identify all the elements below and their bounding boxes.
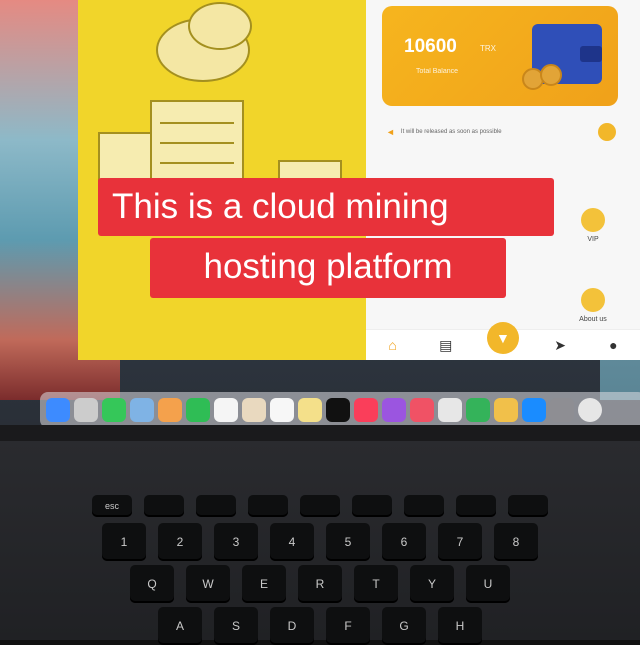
bottom-tab-bar: ⌂ ▤ ▼ ➤ ●: [366, 322, 640, 360]
app-panel: 10600 TRX Total Balance ◄ It will be rel…: [366, 0, 640, 360]
grid-item-vip[interactable]: VIP: [570, 208, 616, 243]
notice-text: It will be released as soon as possible: [400, 129, 502, 135]
key-row-numbers: 1 2 3 4 5 6 7 8: [0, 523, 640, 561]
key-y[interactable]: Y: [410, 565, 454, 603]
key-a[interactable]: A: [158, 607, 202, 645]
key-8[interactable]: 8: [494, 523, 538, 561]
numbers-icon[interactable]: [466, 398, 490, 422]
key-g[interactable]: G: [382, 607, 426, 645]
key-u[interactable]: U: [466, 565, 510, 603]
launchpad-icon[interactable]: [74, 398, 98, 422]
facetime-icon[interactable]: [186, 398, 210, 422]
key-t[interactable]: T: [354, 565, 398, 603]
key-2[interactable]: 2: [158, 523, 202, 561]
key-row-qwerty: Q W E R T Y U: [0, 565, 640, 603]
balance-label: Total Balance: [416, 68, 459, 75]
reminders-icon[interactable]: [270, 398, 294, 422]
key-row-fn: esc: [0, 495, 640, 517]
diamond-icon: [580, 208, 605, 232]
key-s[interactable]: S: [214, 607, 258, 645]
grid-item[interactable]: [447, 208, 493, 243]
coin-icon: [540, 64, 562, 86]
key-5[interactable]: 5: [326, 523, 370, 561]
send-icon[interactable]: ➤: [548, 337, 572, 354]
hero-illustration: [78, 0, 366, 360]
balance-value: 10600: [404, 36, 457, 57]
home-icon[interactable]: ⌂: [381, 337, 405, 353]
server-icon: [98, 132, 152, 196]
key-7[interactable]: 7: [438, 523, 482, 561]
cloud-icon: [188, 2, 252, 50]
key[interactable]: [508, 495, 548, 517]
grid-item-about[interactable]: About us: [570, 288, 616, 323]
notice-bar[interactable]: ◄ It will be released as soon as possibl…: [386, 122, 616, 142]
info-icon: [580, 288, 605, 312]
contacts-icon[interactable]: [242, 398, 266, 422]
key-esc[interactable]: esc: [92, 495, 132, 517]
grid-item[interactable]: [386, 208, 432, 243]
key-6[interactable]: 6: [382, 523, 426, 561]
keynote-icon[interactable]: [438, 398, 462, 422]
key-1[interactable]: 1: [102, 523, 146, 561]
appstore-icon[interactable]: [522, 398, 546, 422]
server-icon: [150, 100, 244, 214]
grid-item[interactable]: [447, 288, 493, 323]
grid-label: About us: [579, 316, 607, 323]
calendar-icon[interactable]: [214, 398, 238, 422]
key-w[interactable]: W: [186, 565, 230, 603]
feature-grid-row-2: Team About us: [386, 288, 616, 323]
chrome-icon[interactable]: [578, 398, 602, 422]
news-icon[interactable]: [410, 398, 434, 422]
wallet-strap: [580, 46, 602, 62]
coin-icon: [598, 123, 616, 141]
app-window: 10600 TRX Total Balance ◄ It will be rel…: [78, 0, 640, 360]
grid-item-team[interactable]: Team: [386, 288, 432, 323]
key[interactable]: [352, 495, 392, 517]
macos-dock: [40, 392, 640, 425]
appletv-icon[interactable]: [326, 398, 350, 422]
key-row-asdf: A S D F G H: [0, 607, 640, 645]
messages-icon[interactable]: [102, 398, 126, 422]
feature-grid-row-1: VIP: [386, 208, 616, 243]
music-icon[interactable]: [354, 398, 378, 422]
balance-unit: TRX: [480, 44, 496, 53]
key-r[interactable]: R: [298, 565, 342, 603]
key[interactable]: [456, 495, 496, 517]
key-f[interactable]: F: [326, 607, 370, 645]
server-icon: [278, 160, 342, 204]
chat-icon[interactable]: ▤: [434, 337, 458, 354]
keyboard: esc 1 2 3 4 5 6 7 8 Q W E R T Y U A S D …: [0, 441, 640, 645]
key-4[interactable]: 4: [270, 523, 314, 561]
key[interactable]: [300, 495, 340, 517]
key-q[interactable]: Q: [130, 565, 174, 603]
key-3[interactable]: 3: [214, 523, 258, 561]
key[interactable]: [196, 495, 236, 517]
key-h[interactable]: H: [438, 607, 482, 645]
grid-item[interactable]: [509, 288, 555, 323]
podcasts-icon[interactable]: [382, 398, 406, 422]
tron-icon[interactable]: ▼: [486, 322, 519, 354]
key[interactable]: [404, 495, 444, 517]
finder-icon[interactable]: [46, 398, 70, 422]
key[interactable]: [248, 495, 288, 517]
laptop-screen: 10600 TRX Total Balance ◄ It will be rel…: [0, 0, 640, 425]
grid-item[interactable]: [509, 208, 555, 243]
key-d[interactable]: D: [270, 607, 314, 645]
laptop-hinge: [0, 425, 640, 441]
notes-icon[interactable]: [298, 398, 322, 422]
balance-card[interactable]: 10600 TRX Total Balance: [382, 6, 618, 106]
pages-icon[interactable]: [494, 398, 518, 422]
key-e[interactable]: E: [242, 565, 286, 603]
grid-label: VIP: [587, 236, 599, 243]
photos-icon[interactable]: [158, 398, 182, 422]
grid-label: Team: [400, 288, 418, 295]
speaker-icon: ◄: [386, 127, 395, 137]
maps-icon[interactable]: [130, 398, 154, 422]
settings-icon[interactable]: [550, 398, 574, 422]
key[interactable]: [144, 495, 184, 517]
person-icon[interactable]: ●: [601, 337, 625, 353]
